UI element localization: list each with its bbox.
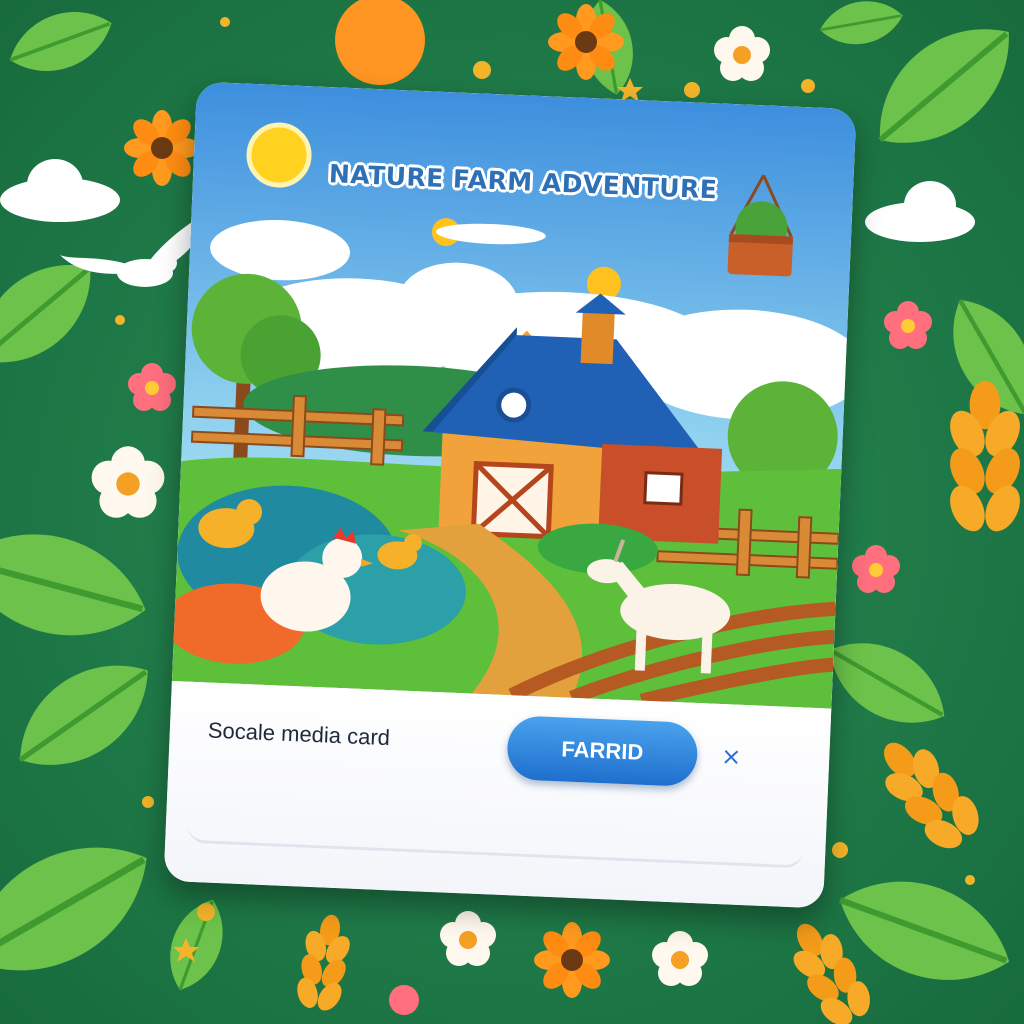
close-icon[interactable]: × — [710, 736, 752, 778]
farrid-button[interactable]: FARRID — [506, 715, 699, 788]
social-media-card: NATURE FARM ADVENTURE Socale media card … — [163, 81, 857, 909]
footer-divider — [187, 799, 805, 869]
card-caption: Socale media card — [207, 717, 391, 751]
card-footer: Socale media card FARRID × — [163, 681, 832, 909]
